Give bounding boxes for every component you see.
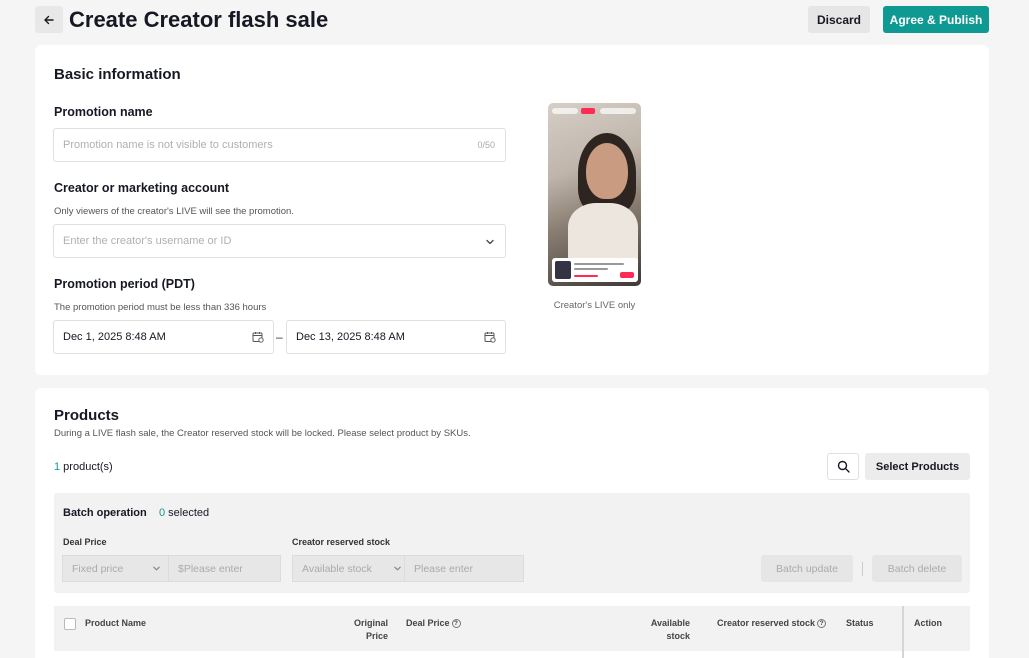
back-button[interactable] [35, 6, 63, 33]
preview-viewers-pill [600, 108, 636, 114]
question-circle-icon[interactable]: ? [817, 619, 827, 629]
preview-caption: Creator's LIVE only [553, 300, 636, 311]
promotion-name-counter: 0/50 [477, 140, 495, 150]
reserved-stock-label: Creator reserved stock [292, 537, 391, 547]
preview-product-thumb [555, 261, 571, 279]
batch-update-button[interactable]: Batch update [761, 555, 853, 582]
col-original-price: Original Price [334, 617, 388, 643]
search-button[interactable] [827, 453, 859, 480]
period-start-input[interactable]: Dec 1, 2025 8:48 AM [53, 320, 274, 354]
basic-information-title: Basic information [54, 66, 181, 83]
products-title: Products [54, 407, 120, 424]
agree-publish-button[interactable]: Agree & Publish [883, 6, 989, 33]
creator-account-hint: Only viewers of the creator's LIVE will … [54, 206, 294, 217]
top-bar: Create Creator flash sale Discard Agree … [0, 0, 1029, 40]
period-start-value: Dec 1, 2025 8:48 AM [63, 331, 166, 343]
col-status: Status [846, 618, 874, 628]
preview-price [574, 275, 598, 277]
promotion-period-label: Promotion period (PDT) [54, 277, 195, 291]
col-reserved-stock-label: Creator reserved stock [717, 618, 816, 628]
page-title: Create Creator flash sale [69, 7, 329, 32]
product-count-suffix: product(s) [60, 461, 113, 473]
promotion-period-hint: The promotion period must be less than 3… [54, 302, 267, 313]
preview-face [586, 143, 628, 199]
preview-body [568, 203, 638, 263]
reserved-stock-type-select[interactable]: Available stock [292, 555, 412, 582]
preview-line [574, 263, 624, 265]
col-available-stock-line1: Available [650, 618, 690, 628]
reserved-stock-placeholder: Please enter [414, 562, 473, 575]
promotion-name-placeholder: Promotion name is not visible to custome… [63, 139, 273, 151]
arrow-left-icon [44, 15, 54, 24]
creator-account-select[interactable]: Enter the creator's username or ID [53, 224, 506, 258]
deal-price-placeholder: $Please enter [178, 562, 243, 575]
promotion-name-input[interactable]: Promotion name is not visible to custome… [53, 128, 506, 162]
deal-price-type-value: Fixed price [72, 562, 124, 575]
col-original-price-line2: Price [365, 631, 388, 641]
preview-live-badge [581, 108, 595, 114]
deal-price-input[interactable]: $Please enter [168, 555, 281, 582]
live-preview-image [548, 103, 641, 286]
basic-information-card: Basic information Promotion name Promoti… [35, 45, 989, 375]
col-deal-price: Deal Price? [406, 617, 461, 630]
calendar-icon [252, 332, 264, 343]
col-deal-price-label: Deal Price [406, 618, 450, 628]
preview-host-pill [552, 108, 578, 114]
products-card: Products During a LIVE flash sale, the C… [35, 388, 989, 658]
col-original-price-line1: Original [353, 618, 388, 628]
preview-line [574, 268, 608, 270]
chevron-down-icon [153, 566, 160, 571]
period-separator: – [276, 330, 283, 344]
batch-operation-title: Batch operation [63, 507, 147, 519]
period-end-input[interactable]: Dec 13, 2025 8:48 AM [286, 320, 506, 354]
deal-price-label: Deal Price [63, 537, 107, 547]
batch-divider [862, 562, 863, 576]
reserved-stock-type-value: Available stock [302, 562, 372, 575]
search-icon [837, 460, 850, 473]
batch-selected: 0 selected [159, 507, 209, 519]
chevron-down-icon [394, 566, 401, 571]
batch-selected-suffix: selected [165, 507, 210, 519]
product-count: 1 product(s) [54, 461, 113, 473]
creator-account-label: Creator or marketing account [54, 181, 230, 195]
col-available-stock: Available stock [634, 617, 690, 643]
col-action: Action [914, 618, 942, 628]
creator-account-placeholder: Enter the creator's username or ID [63, 235, 232, 247]
select-all-checkbox[interactable] [64, 618, 76, 630]
preview-buy-button [620, 272, 634, 278]
products-table-header: Product Name Original Price Deal Price? … [54, 606, 970, 658]
action-column-divider [902, 606, 904, 658]
deal-price-type-select[interactable]: Fixed price [62, 555, 171, 582]
chevron-down-icon [486, 239, 494, 245]
period-end-value: Dec 13, 2025 8:48 AM [296, 331, 405, 343]
col-product-name: Product Name [85, 618, 147, 628]
discard-button[interactable]: Discard [808, 6, 870, 33]
products-subtitle: During a LIVE flash sale, the Creator re… [54, 428, 471, 439]
select-products-button[interactable]: Select Products [865, 453, 970, 480]
col-available-stock-line2: stock [666, 631, 690, 641]
preview-product-card [552, 258, 638, 282]
promotion-name-label: Promotion name [54, 105, 153, 119]
col-reserved-stock: Creator reserved stock? [717, 617, 827, 630]
question-circle-icon[interactable]: ? [451, 619, 461, 629]
batch-operation-panel: Batch operation 0 selected Deal Price Fi… [54, 493, 970, 593]
batch-delete-button[interactable]: Batch delete [872, 555, 962, 582]
calendar-icon [484, 332, 496, 343]
reserved-stock-input[interactable]: Please enter [404, 555, 524, 582]
